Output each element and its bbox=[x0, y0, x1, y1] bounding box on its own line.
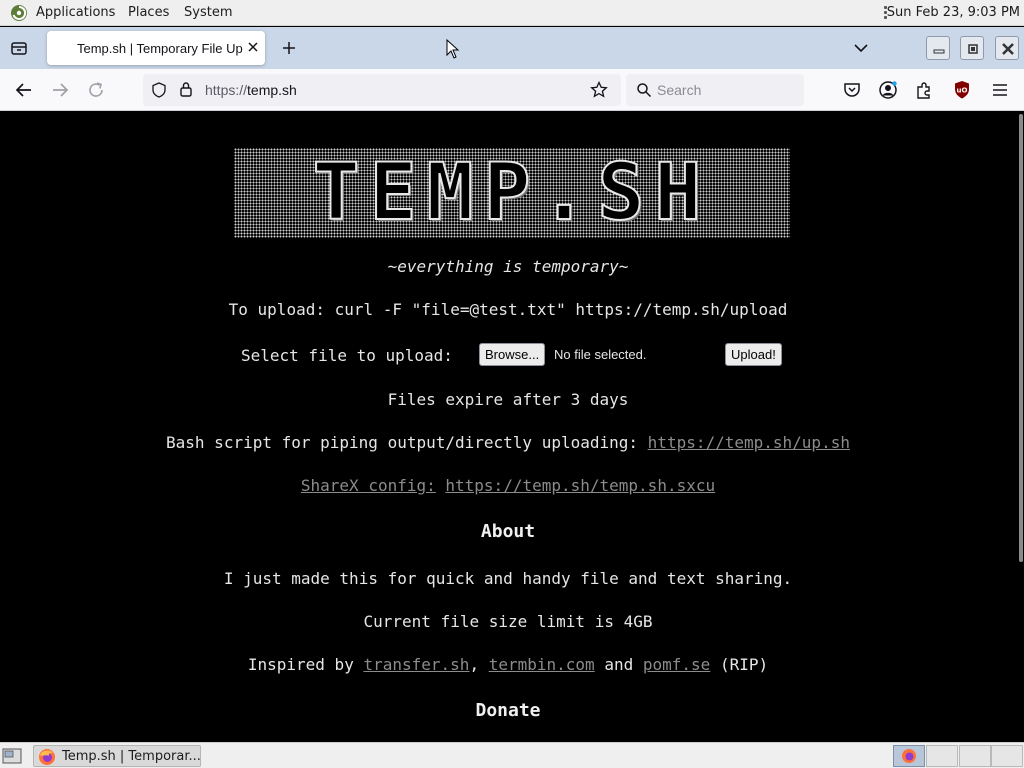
inspired-by-line: Inspired by transfer.sh, termbin.com and… bbox=[0, 655, 1016, 674]
back-icon[interactable] bbox=[14, 80, 34, 100]
temp-sh-ascii-logo: TEMP.SH bbox=[234, 147, 790, 239]
navigation-toolbar: https://temp.sh Search uO bbox=[0, 69, 1024, 111]
clock[interactable]: Sun Feb 23, 9:03 PM bbox=[887, 5, 1020, 20]
sharex-config-label-link[interactable]: ShareX config: bbox=[301, 476, 436, 495]
inspired-by-label: Inspired by bbox=[247, 655, 354, 674]
bottom-taskbar: Temp.sh | Temporar... bbox=[0, 742, 1024, 768]
no-file-selected-text: No file selected. bbox=[554, 347, 647, 362]
taskbar-firefox-window[interactable]: Temp.sh | Temporar... bbox=[33, 745, 201, 767]
svg-text:uO: uO bbox=[957, 87, 968, 95]
transfer-sh-link[interactable]: transfer.sh bbox=[363, 655, 469, 674]
chevron-down-icon[interactable] bbox=[853, 41, 869, 55]
menu-places[interactable]: Places bbox=[128, 5, 169, 20]
forward-icon[interactable] bbox=[50, 80, 70, 100]
file-size-limit: Current file size limit is 4GB bbox=[363, 612, 653, 631]
pomf-se-link[interactable]: pomf.se bbox=[643, 655, 710, 674]
hamburger-menu-icon[interactable] bbox=[990, 80, 1010, 100]
firefox-icon bbox=[39, 749, 55, 765]
search-icon bbox=[637, 83, 652, 98]
donate-heading: Donate bbox=[475, 700, 541, 721]
account-icon[interactable] bbox=[878, 80, 898, 100]
comma-separator: , bbox=[469, 655, 480, 674]
maximize-icon bbox=[968, 44, 978, 54]
bash-script-line: Bash script for piping output/directly u… bbox=[0, 433, 1016, 452]
search-bar[interactable]: Search bbox=[626, 74, 804, 106]
bash-script-link[interactable]: https://temp.sh/up.sh bbox=[648, 433, 850, 452]
workspace-4[interactable] bbox=[991, 745, 1023, 767]
about-text: I just made this for quick and handy fil… bbox=[223, 569, 793, 588]
show-desktop-icon[interactable] bbox=[2, 747, 22, 765]
search-placeholder: Search bbox=[657, 82, 702, 98]
bash-script-label: Bash script for piping output/directly u… bbox=[166, 433, 639, 452]
scrollbar-thumb[interactable] bbox=[1019, 114, 1023, 562]
taskbar-task-label: Temp.sh | Temporar... bbox=[62, 749, 201, 764]
tracking-protection-icon[interactable] bbox=[151, 82, 167, 98]
minimize-button[interactable] bbox=[926, 36, 950, 60]
menu-system[interactable]: System bbox=[184, 5, 232, 20]
sharex-config-link[interactable]: https://temp.sh/temp.sh.sxcu bbox=[445, 476, 715, 495]
maximize-button[interactable] bbox=[960, 36, 984, 60]
workspace-3[interactable] bbox=[959, 745, 991, 767]
tagline: ~everything is temporary~ bbox=[387, 257, 629, 276]
logo-text: TEMP.SH bbox=[312, 147, 712, 239]
top-panel: Applications Places System Sun Feb 23, 9… bbox=[0, 0, 1024, 26]
browse-button[interactable]: Browse... bbox=[479, 343, 546, 366]
close-window-icon bbox=[1002, 43, 1014, 55]
select-file-label: Select file to upload: bbox=[241, 346, 453, 365]
tab-title: Temp.sh | Temporary File Upload bbox=[77, 41, 243, 56]
minimize-icon bbox=[933, 49, 945, 54]
rip-note: (RIP) bbox=[719, 655, 769, 674]
upload-button[interactable]: Upload! bbox=[725, 343, 782, 366]
close-window-button[interactable] bbox=[995, 36, 1019, 60]
close-icon[interactable] bbox=[246, 40, 260, 54]
menu-applications[interactable]: Applications bbox=[36, 5, 115, 20]
and-word: and bbox=[604, 655, 634, 674]
upload-instructions: To upload: curl -F "file=@test.txt" http… bbox=[228, 300, 788, 319]
reload-icon[interactable] bbox=[86, 80, 106, 100]
new-tab-icon[interactable] bbox=[281, 40, 297, 56]
url-host: temp.sh bbox=[247, 82, 297, 98]
termbin-link[interactable]: termbin.com bbox=[489, 655, 595, 674]
page-content: TEMP.SH ~everything is temporary~ To upl… bbox=[0, 111, 1016, 740]
expiry-note: Files expire after 3 days bbox=[387, 390, 629, 409]
firefox-icon bbox=[902, 749, 916, 763]
url-bar[interactable]: https://temp.sh bbox=[143, 74, 621, 106]
workspace-1[interactable] bbox=[893, 745, 925, 767]
extensions-icon[interactable] bbox=[914, 80, 934, 100]
ublock-origin-icon[interactable]: uO bbox=[952, 80, 972, 100]
sharex-line: ShareX config: https://temp.sh/temp.sh.s… bbox=[0, 476, 1016, 495]
url-text[interactable]: https://temp.sh bbox=[205, 82, 297, 98]
distro-logo-icon[interactable] bbox=[10, 4, 28, 22]
lock-icon[interactable] bbox=[179, 81, 193, 98]
bookmark-star-icon[interactable] bbox=[590, 81, 608, 99]
pocket-icon[interactable] bbox=[842, 80, 862, 100]
url-scheme: https:// bbox=[205, 82, 248, 98]
mouse-pointer-icon bbox=[446, 39, 460, 59]
tab-strip: Temp.sh | Temporary File Upload bbox=[0, 27, 1024, 69]
firefox-view-icon[interactable] bbox=[10, 39, 28, 57]
workspace-2[interactable] bbox=[926, 745, 958, 767]
about-heading: About bbox=[480, 521, 536, 542]
tab-temp-sh[interactable]: Temp.sh | Temporary File Upload bbox=[47, 31, 265, 65]
